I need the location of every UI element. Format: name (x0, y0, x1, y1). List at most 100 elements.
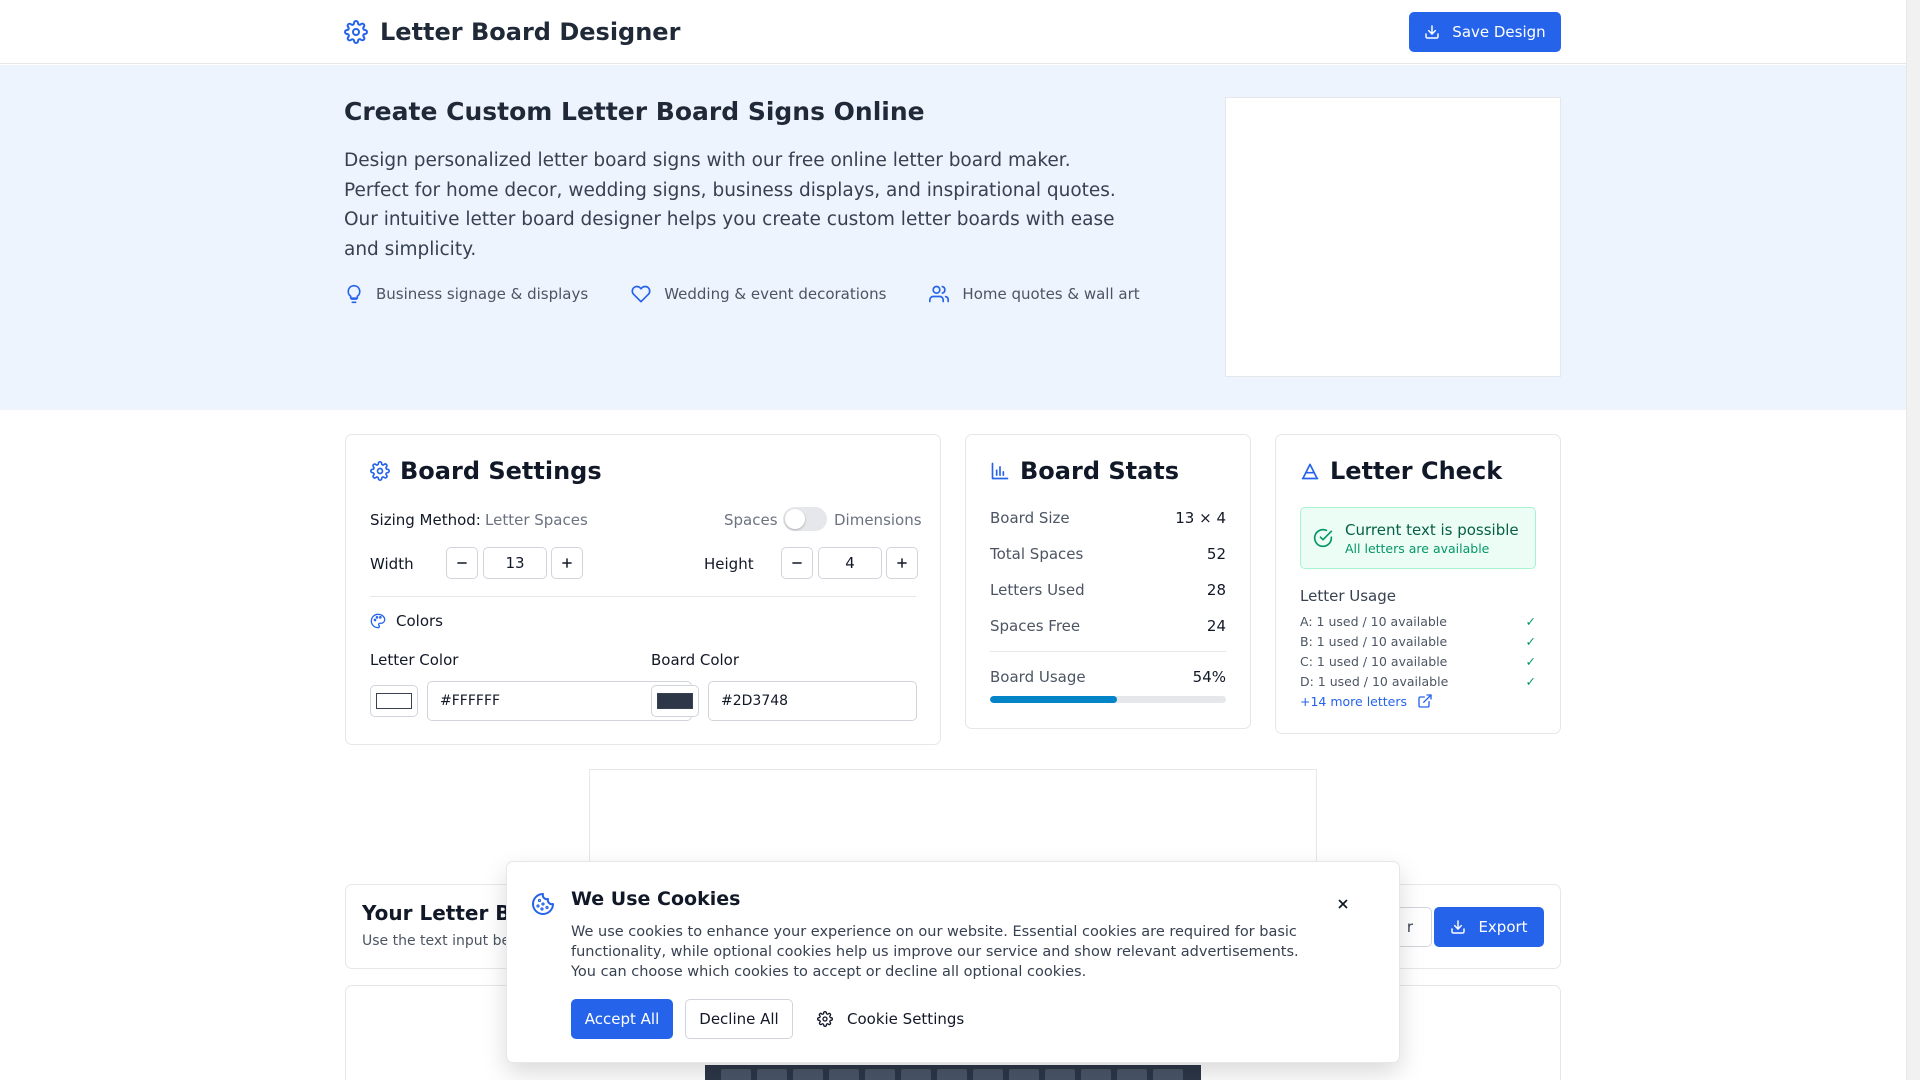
checkmark-icon: ✓ (1525, 674, 1536, 689)
letter-usage-text: A: 1 used / 10 available (1300, 614, 1447, 629)
export-label: Export (1478, 918, 1528, 936)
board-slot[interactable] (1153, 1069, 1183, 1080)
board-slot[interactable] (1045, 1069, 1075, 1080)
stat-row-board-size: Board Size 13 × 4 (990, 509, 1226, 527)
height-decrement-button[interactable] (781, 547, 813, 579)
feature-label: Home quotes & wall art (962, 285, 1140, 303)
letter-check-card: Letter Check Current text is possible Al… (1275, 434, 1561, 734)
letter-usage-row: A: 1 used / 10 available ✓ (1300, 614, 1536, 629)
board-color-picker[interactable] (651, 685, 699, 717)
board-slot[interactable] (721, 1069, 751, 1080)
board-slot[interactable] (1081, 1069, 1111, 1080)
board-slot[interactable] (973, 1069, 1003, 1080)
external-link-icon (1417, 693, 1433, 709)
close-icon[interactable] (1333, 894, 1353, 914)
plus-icon (895, 556, 909, 570)
page-scrollbar[interactable] (1906, 0, 1920, 1080)
save-design-label: Save Design (1452, 23, 1546, 41)
palette-icon (370, 613, 386, 629)
export-button[interactable]: Export (1434, 907, 1544, 947)
ad-placeholder-middle (589, 769, 1317, 869)
colors-heading: Colors (370, 612, 443, 630)
board-settings-heading: Board Settings (370, 457, 602, 485)
letter-check-heading: Letter Check (1300, 457, 1502, 485)
cookie-settings-button[interactable]: Cookie Settings (805, 999, 976, 1039)
board-slot[interactable] (793, 1069, 823, 1080)
accept-all-button[interactable]: Accept All (571, 999, 673, 1039)
stat-value: 13 × 4 (1175, 509, 1226, 527)
hero-description: Design personalized letter board signs w… (344, 150, 1116, 260)
stat-label: Board Size (990, 509, 1070, 527)
heart-icon (630, 284, 652, 304)
stat-row-total-spaces: Total Spaces 52 (990, 545, 1226, 563)
hero-title: Create Custom Letter Board Signs Online (344, 97, 925, 126)
check-circle-icon (1313, 528, 1333, 548)
decline-all-button[interactable]: Decline All (685, 999, 793, 1039)
gear-icon (344, 20, 368, 44)
stat-value: 28 (1206, 581, 1226, 599)
letter-usage-row: C: 1 used / 10 available ✓ (1300, 654, 1536, 669)
height-input[interactable]: 4 (818, 547, 882, 579)
colors-label: Colors (396, 612, 443, 630)
status-title: Current text is possible (1345, 521, 1519, 539)
width-decrement-button[interactable] (446, 547, 478, 579)
board-slot[interactable] (937, 1069, 967, 1080)
height-increment-button[interactable] (886, 547, 918, 579)
letter-a-icon (1300, 461, 1320, 481)
checkmark-icon: ✓ (1525, 654, 1536, 669)
stat-value: 54% (1192, 668, 1226, 686)
brand[interactable]: Letter Board Designer (344, 18, 680, 46)
feature-label: Business signage & displays (376, 285, 589, 303)
letter-color-picker[interactable] (370, 685, 418, 717)
checkmark-icon: ✓ (1525, 634, 1536, 649)
feature-label: Wedding & event decorations (664, 285, 887, 303)
stat-row-spaces-free: Spaces Free 24 (990, 617, 1226, 635)
letter-color-label: Letter Color (370, 651, 459, 669)
divider (990, 651, 1226, 652)
letter-usage-row: D: 1 used / 10 available ✓ (1300, 674, 1536, 689)
bar-chart-icon (990, 461, 1010, 481)
download-icon (1424, 24, 1440, 40)
board-stats-heading: Board Stats (990, 457, 1179, 485)
feature-wedding: Wedding & event decorations (630, 284, 886, 304)
divider (370, 596, 916, 597)
more-letters-label: +14 more letters (1300, 693, 1408, 709)
top-header: Letter Board Designer Save Design (0, 0, 1906, 64)
minus-icon (790, 556, 804, 570)
board-slot[interactable] (865, 1069, 895, 1080)
feature-business: Business signage & displays (344, 284, 588, 304)
plus-icon (560, 556, 574, 570)
board-slot[interactable] (901, 1069, 931, 1080)
more-letters-link[interactable]: +14 more letters (1300, 693, 1433, 709)
stat-row-letters-used: Letters Used 28 (990, 581, 1226, 599)
progress-fill (990, 696, 1118, 703)
board-slot[interactable] (1009, 1069, 1039, 1080)
feature-list: Business signage & displays Wedding & ev… (344, 284, 1182, 304)
status-subtitle: All letters are available (1345, 541, 1490, 556)
gear-icon (817, 1011, 833, 1027)
download-icon (1450, 919, 1466, 935)
board-slot[interactable] (757, 1069, 787, 1080)
cookie-consent-dialog: We Use Cookies We use cookies to enhance… (506, 861, 1400, 1063)
stat-label: Letters Used (990, 581, 1085, 599)
board-slot[interactable] (829, 1069, 859, 1080)
cookie-text: We use cookies to enhance your experienc… (571, 924, 1299, 980)
letter-usage-row: B: 1 used / 10 available ✓ (1300, 634, 1536, 649)
letter-board-canvas[interactable] (705, 1065, 1201, 1080)
gear-icon (370, 461, 390, 481)
cookie-settings-label: Cookie Settings (847, 1010, 965, 1028)
save-design-button[interactable]: Save Design (1409, 12, 1561, 52)
letter-usage-text: D: 1 used / 10 available (1300, 674, 1449, 689)
width-increment-button[interactable] (551, 547, 583, 579)
board-color-label: Board Color (651, 651, 740, 669)
board-slot[interactable] (1117, 1069, 1147, 1080)
toggle-left-label: Spaces (724, 511, 778, 529)
letter-board-subtitle: Use the text input be (362, 933, 511, 949)
letter-usage-text: B: 1 used / 10 available (1300, 634, 1448, 649)
board-settings-card: Board Settings Sizing Method: Letter Spa… (345, 434, 941, 745)
feature-home: Home quotes & wall art (928, 284, 1140, 304)
board-color-input[interactable]: #2D3748 (708, 681, 917, 721)
width-input[interactable]: 13 (483, 547, 547, 579)
sizing-toggle[interactable] (783, 507, 827, 531)
sizing-method-value: Letter Spaces (485, 511, 588, 529)
